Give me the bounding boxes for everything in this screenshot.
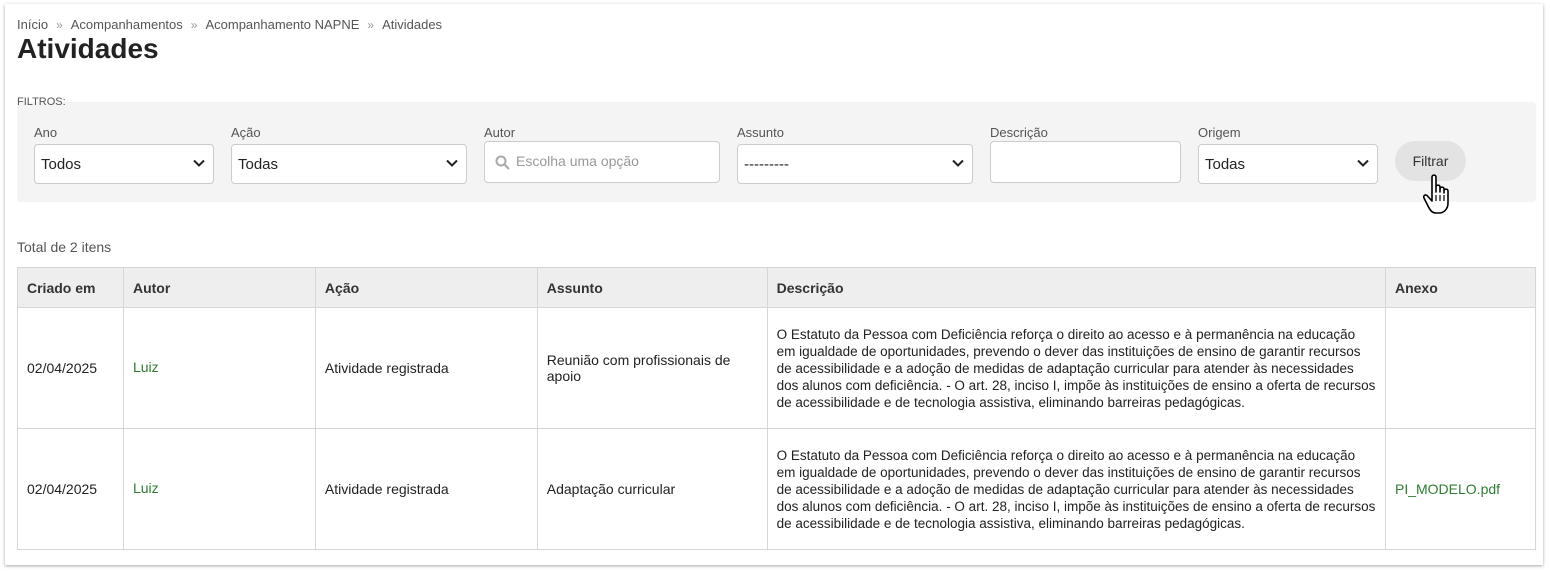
autor-link[interactable]: Luiz <box>133 359 159 375</box>
hand-pointer-icon <box>1423 174 1449 214</box>
cell-acao: Atividade registrada <box>314 428 538 550</box>
autor-search-input[interactable]: Escolha uma opção <box>484 141 720 183</box>
cell-descricao: O Estatuto da Pessoa com Deficiência ref… <box>766 428 1386 550</box>
assunto-select[interactable]: --------- <box>737 144 973 184</box>
origem-select-value: Todas <box>1205 155 1246 173</box>
breadcrumb-acompanhamentos[interactable]: Acompanhamentos <box>71 17 183 32</box>
chevron-down-icon <box>1357 159 1369 167</box>
activities-table: Criado em Autor Ação Assunto Descrição A… <box>17 267 1537 550</box>
col-descricao: Descrição <box>766 267 1386 308</box>
col-assunto: Assunto <box>536 267 768 308</box>
ano-label: Ano <box>34 125 58 140</box>
col-criado-em: Criado em <box>17 267 124 308</box>
breadcrumb-separator-icon: » <box>367 17 375 32</box>
anexo-link[interactable]: PI_MODELO.pdf <box>1395 481 1500 497</box>
filters-legend: FILTROS: <box>17 96 66 108</box>
origem-label: Origem <box>1198 125 1241 140</box>
col-anexo: Anexo <box>1384 267 1537 308</box>
ano-select[interactable]: Todos <box>34 144 214 184</box>
assunto-label: Assunto <box>737 125 784 140</box>
autor-link[interactable]: Luiz <box>133 480 159 496</box>
cell-anexo <box>1384 307 1537 429</box>
breadcrumb-inicio[interactable]: Início <box>17 17 48 32</box>
total-items: Total de 2 itens <box>17 239 112 255</box>
breadcrumb-separator-icon: » <box>190 17 198 32</box>
cell-descricao: O Estatuto da Pessoa com Deficiência ref… <box>766 307 1386 429</box>
col-autor: Autor <box>122 267 316 308</box>
origem-select[interactable]: Todas <box>1198 144 1378 184</box>
chevron-down-icon <box>952 159 964 167</box>
table-header-row: Criado em Autor Ação Assunto Descrição A… <box>17 267 1537 308</box>
cell-autor: Luiz <box>122 307 316 429</box>
breadcrumb-atividades: Atividades <box>382 17 443 32</box>
table-row: 02/04/2025 Luiz Atividade registrada Ada… <box>17 428 1537 550</box>
cell-acao: Atividade registrada <box>314 307 538 429</box>
cell-assunto: Adaptação curricular <box>536 428 768 550</box>
autor-placeholder: Escolha uma opção <box>516 153 639 169</box>
autor-label: Autor <box>484 125 516 140</box>
cell-anexo: PI_MODELO.pdf <box>1384 428 1537 550</box>
breadcrumb: Início » Acompanhamentos » Acompanhament… <box>17 17 442 32</box>
cell-autor: Luiz <box>122 428 316 550</box>
assunto-select-value: --------- <box>744 155 789 173</box>
acao-select[interactable]: Todas <box>231 144 467 184</box>
cell-criado-em: 02/04/2025 <box>17 428 124 550</box>
redacted-area <box>160 360 303 377</box>
redacted-area <box>160 481 303 498</box>
acao-label: Ação <box>231 125 261 140</box>
breadcrumb-acompanhamento-napne[interactable]: Acompanhamento NAPNE <box>205 17 359 32</box>
acao-select-value: Todas <box>238 155 279 173</box>
chevron-down-icon <box>193 159 205 167</box>
page-title: Atividades <box>17 33 159 64</box>
descricao-label: Descrição <box>990 125 1048 140</box>
search-icon <box>495 155 510 170</box>
breadcrumb-separator-icon: » <box>56 17 63 32</box>
chevron-down-icon <box>446 159 458 167</box>
ano-select-value: Todos <box>41 155 82 173</box>
table-row: 02/04/2025 Luiz Atividade registrada Reu… <box>17 307 1537 429</box>
cell-criado-em: 02/04/2025 <box>17 307 124 429</box>
cell-assunto: Reunião com profissionais de apoio <box>536 307 768 429</box>
col-acao: Ação <box>314 267 538 308</box>
descricao-input[interactable] <box>990 141 1181 183</box>
